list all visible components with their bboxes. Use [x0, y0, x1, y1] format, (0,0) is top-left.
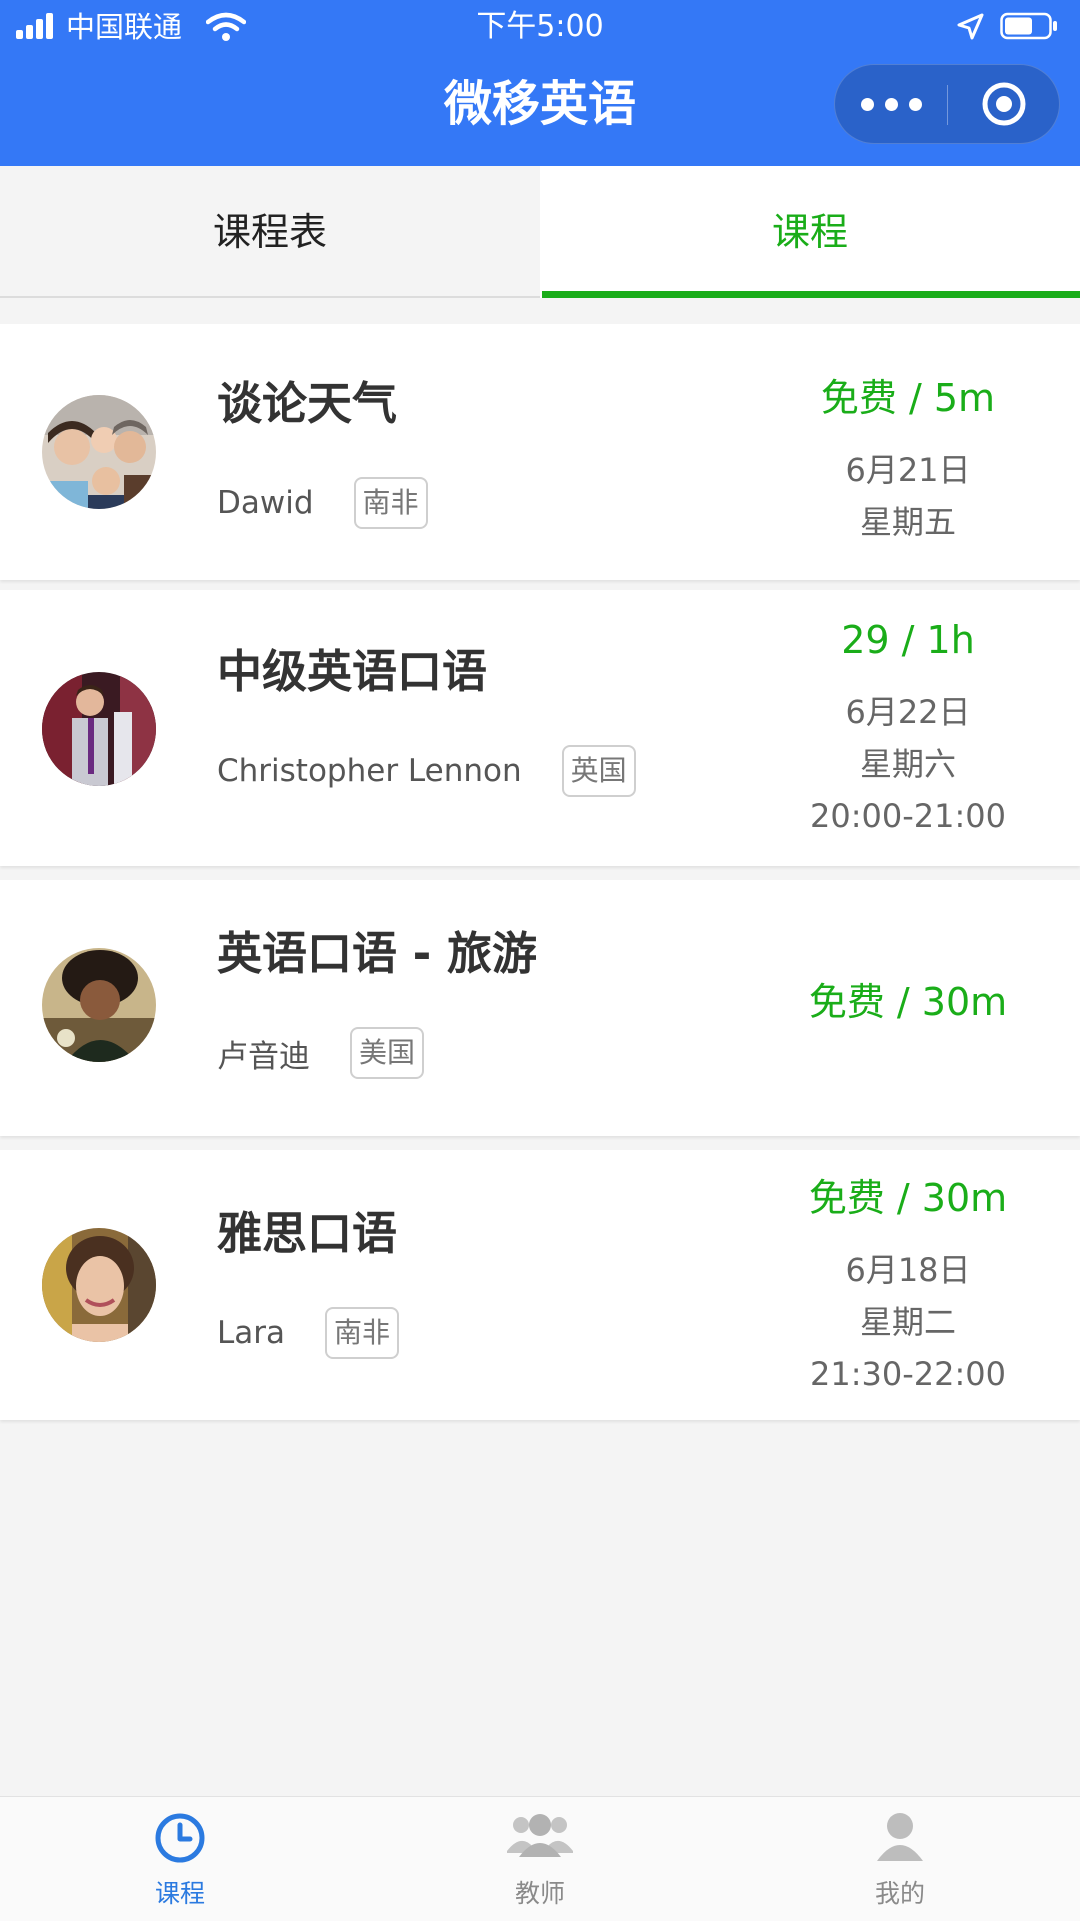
teacher-name: Christopher Lennon: [217, 753, 522, 789]
course-card[interactable]: 英语口语 - 旅游 卢音迪 美国 免费 / 30m: [0, 880, 1080, 1136]
course-weekday: 星期六: [859, 745, 956, 783]
course-schedule-info: 免费 / 30m 6月18日 星期二 21:30-22:00: [760, 1172, 1056, 1400]
teacher-name: Lara: [217, 1315, 286, 1351]
teacher-avatar: [42, 1228, 156, 1342]
course-title: 雅思口语: [217, 1207, 398, 1260]
teacher-avatar: [42, 672, 156, 786]
teacher-info: Dawid 南非: [217, 476, 428, 530]
tabbar-courses[interactable]: 课程: [0, 1797, 360, 1921]
teacher-info: Lara 南非: [217, 1306, 400, 1360]
tabbar-mine[interactable]: 我的: [720, 1797, 1080, 1921]
course-card[interactable]: 雅思口语 Lara 南非 免费 / 30m 6月18日 星期二 21:30-22…: [0, 1150, 1080, 1420]
app-header: 中国联通 下午5:00 微移英语: [0, 0, 1080, 166]
course-weekday: 星期二: [859, 1303, 956, 1341]
active-tab-indicator: [542, 291, 1080, 298]
country-tag: 南非: [353, 477, 428, 529]
teacher-info: Christopher Lennon 英国: [217, 744, 636, 798]
user-icon: [877, 1813, 923, 1861]
tab-label: 课程表: [212, 210, 327, 254]
course-title: 英语口语 - 旅游: [217, 927, 538, 980]
course-price: 免费 / 30m: [808, 980, 1008, 1024]
course-title: 谈论天气: [217, 377, 398, 430]
status-bar: 中国联通 下午5:00: [0, 0, 1080, 54]
country-tag: 英国: [561, 745, 636, 797]
tabbar-teachers[interactable]: 教师: [360, 1797, 720, 1921]
country-tag: 美国: [350, 1027, 425, 1079]
tab-label: 课程: [771, 210, 848, 254]
course-price: 29 / 1h: [841, 618, 975, 662]
tab-courses[interactable]: 课程: [540, 166, 1080, 298]
course-card[interactable]: 谈论天气 Dawid 南非 免费 / 5m 6月21日 星期五: [0, 324, 1080, 580]
teacher-name: Dawid: [217, 485, 314, 521]
status-time: 下午5:00: [476, 9, 604, 44]
bottom-tab-bar: 课程 教师 我的: [0, 1796, 1080, 1921]
teacher-name: 卢音迪: [217, 1038, 310, 1075]
course-date: 6月21日: [845, 451, 971, 489]
course-date: 6月18日: [845, 1251, 971, 1289]
course-weekday: 星期五: [859, 503, 956, 541]
battery-icon: [1000, 12, 1057, 40]
mini-program-capsule: [834, 64, 1060, 144]
course-schedule-info: 免费 / 5m 6月21日 星期五: [760, 372, 1056, 548]
course-schedule-info: 免费 / 30m: [760, 976, 1056, 1028]
course-price: 免费 / 5m: [820, 376, 996, 420]
course-price: 免费 / 30m: [808, 1176, 1008, 1220]
tab-schedule[interactable]: 课程表: [0, 166, 540, 298]
close-icon[interactable]: [981, 81, 1027, 127]
course-card[interactable]: 中级英语口语 Christopher Lennon 英国 29 / 1h 6月2…: [0, 590, 1080, 866]
country-tag: 南非: [325, 1307, 400, 1359]
tabbar-label: 我的: [874, 1879, 925, 1908]
course-list: 谈论天气 Dawid 南非 免费 / 5m 6月21日 星期五 中级英语口语 C…: [0, 324, 1080, 1420]
course-time: 20:00-21:00: [810, 797, 1006, 835]
teacher-avatar: [42, 948, 156, 1062]
capsule-divider: [947, 85, 948, 125]
teacher-avatar: [42, 395, 156, 509]
course-title: 中级英语口语: [217, 645, 488, 698]
tabbar-label: 教师: [514, 1879, 565, 1908]
more-icon[interactable]: [861, 65, 929, 143]
location-icon: [957, 13, 984, 40]
tab-strip: 课程表 课程: [0, 166, 1080, 298]
teachers-icon: [507, 1814, 573, 1857]
clock-icon: [155, 1813, 205, 1863]
tabbar-label: 课程: [154, 1879, 205, 1908]
course-time: 21:30-22:00: [810, 1355, 1006, 1393]
course-date: 6月22日: [845, 693, 971, 731]
teacher-info: 卢音迪 美国: [217, 1026, 425, 1080]
course-schedule-info: 29 / 1h 6月22日 星期六 20:00-21:00: [760, 614, 1056, 842]
